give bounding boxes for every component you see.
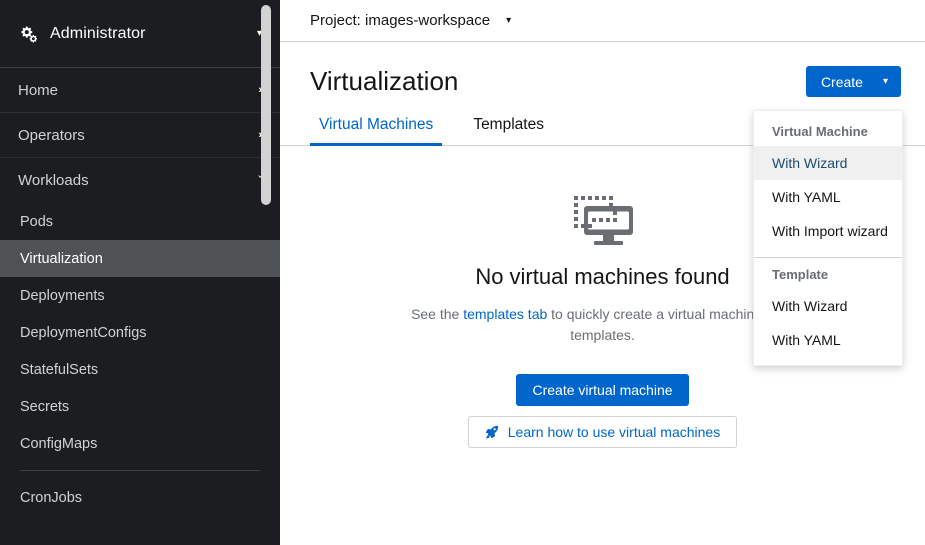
menu-group-template-label: Template	[754, 262, 902, 289]
create-button[interactable]: Create ▾	[806, 66, 901, 97]
virtual-machine-icon	[570, 194, 636, 250]
console-window: Administrator ▾ Home › Operators › Workl…	[0, 0, 925, 545]
menu-item-label: With Import wizard	[772, 223, 888, 239]
sidebar-item-label: Secrets	[20, 399, 69, 415]
create-button-label: Create	[821, 74, 863, 90]
chevron-down-icon: ▾	[883, 77, 888, 87]
perspective-switcher[interactable]: Administrator ▾	[0, 0, 280, 68]
empty-state-body: See the templates tab to quickly create …	[393, 304, 813, 346]
sidebar-section-label: Workloads	[18, 172, 258, 189]
create-dropdown-menu: Virtual Machine With Wizard With YAML Wi…	[753, 110, 903, 366]
tab-templates[interactable]: Templates	[464, 116, 553, 145]
sidebar-item-label: Virtualization	[20, 251, 103, 267]
menu-item-vm-with-yaml[interactable]: With YAML	[754, 180, 902, 214]
project-label: Project: images-workspace	[310, 12, 490, 29]
sidebar-section-operators[interactable]: Operators ›	[0, 113, 280, 158]
learn-how-button[interactable]: Learn how to use virtual machines	[468, 416, 737, 448]
sidebar-section-label: Home	[18, 82, 258, 99]
sidebar-item-label: CronJobs	[20, 490, 82, 506]
tab-virtual-machines[interactable]: Virtual Machines	[310, 116, 442, 145]
sidebar-item-virtualization[interactable]: Virtualization	[0, 240, 280, 277]
sidebar: Administrator ▾ Home › Operators › Workl…	[0, 0, 280, 545]
sidebar-item-secrets[interactable]: Secrets	[0, 388, 280, 425]
learn-how-button-label: Learn how to use virtual machines	[508, 424, 720, 440]
sidebar-item-label: ConfigMaps	[20, 436, 97, 452]
sidebar-section-workloads[interactable]: Workloads ˇ	[0, 158, 280, 203]
create-virtual-machine-button[interactable]: Create virtual machine	[516, 374, 688, 406]
rocket-icon	[485, 425, 499, 439]
menu-item-vm-with-import-wizard[interactable]: With Import wizard	[754, 214, 902, 248]
menu-group-virtual-machine-label: Virtual Machine	[754, 119, 902, 146]
menu-item-label: With YAML	[772, 189, 841, 205]
project-selector[interactable]: Project: images-workspace ▾	[280, 0, 925, 42]
menu-item-label: With Wizard	[772, 298, 847, 314]
chevron-down-icon[interactable]: ▾	[506, 16, 511, 26]
sidebar-item-label: Deployments	[20, 288, 105, 304]
menu-item-template-with-wizard[interactable]: With Wizard	[754, 289, 902, 323]
cogs-icon	[18, 24, 38, 44]
perspective-label: Administrator	[50, 25, 257, 43]
sidebar-item-deploymentconfigs[interactable]: DeploymentConfigs	[0, 314, 280, 351]
tab-label: Virtual Machines	[319, 116, 433, 133]
sidebar-item-deployments[interactable]: Deployments	[0, 277, 280, 314]
sidebar-item-cronjobs[interactable]: CronJobs	[0, 479, 280, 516]
menu-item-vm-with-wizard[interactable]: With Wizard	[754, 146, 902, 180]
templates-tab-link[interactable]: templates tab	[463, 306, 547, 322]
empty-body-prefix: See the	[411, 306, 463, 322]
sidebar-item-pods[interactable]: Pods	[0, 203, 280, 240]
menu-item-label: With Wizard	[772, 155, 847, 171]
tab-label: Templates	[473, 116, 544, 133]
menu-separator	[754, 257, 902, 258]
main-content: Project: images-workspace ▾ Virtualizati…	[280, 0, 925, 545]
sidebar-item-statefulsets[interactable]: StatefulSets	[0, 351, 280, 388]
sidebar-item-label: Pods	[20, 214, 53, 230]
sidebar-item-label: StatefulSets	[20, 362, 98, 378]
sidebar-divider	[20, 470, 260, 471]
page-title: Virtualization	[310, 64, 806, 98]
sidebar-nav: Home › Operators › Workloads ˇ Pods Virt…	[0, 68, 280, 516]
menu-item-template-with-yaml[interactable]: With YAML	[754, 323, 902, 357]
sidebar-scrollbar[interactable]	[261, 0, 271, 545]
sidebar-item-label: DeploymentConfigs	[20, 325, 147, 341]
sidebar-scrollbar-thumb[interactable]	[261, 5, 271, 205]
sidebar-section-home[interactable]: Home ›	[0, 68, 280, 113]
menu-item-label: With YAML	[772, 332, 841, 348]
page-header: Virtualization Create ▾	[280, 42, 925, 98]
sidebar-section-label: Operators	[18, 127, 258, 144]
empty-state-actions: Create virtual machine Learn how to use …	[280, 374, 925, 448]
sidebar-item-configmaps[interactable]: ConfigMaps	[0, 425, 280, 462]
